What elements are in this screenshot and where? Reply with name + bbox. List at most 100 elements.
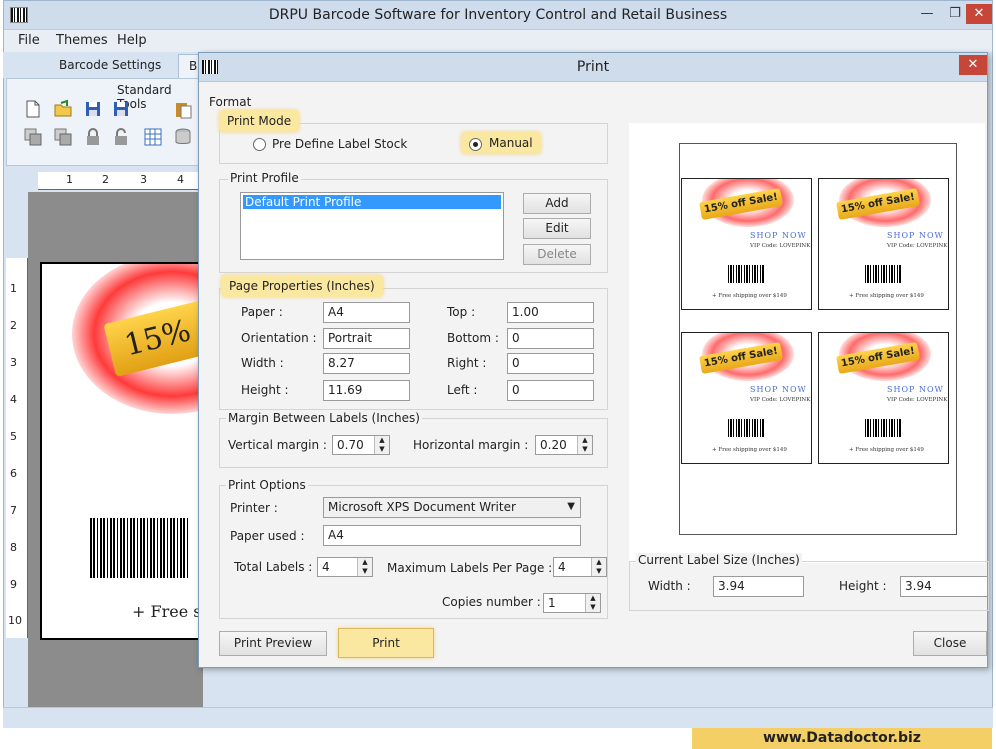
- width-label: Width :: [241, 356, 284, 370]
- paste-icon[interactable]: [173, 99, 193, 119]
- top-field[interactable]: 1.00: [507, 302, 594, 323]
- profile-list-item[interactable]: Default Print Profile: [243, 195, 501, 209]
- current-width-field[interactable]: 3.94: [713, 576, 804, 597]
- duplicate-icon[interactable]: [53, 127, 73, 147]
- label-barcode: [90, 518, 190, 578]
- preview-label: 15% off Sale! SHOP NOW VIP Code: LOVEPIN…: [818, 178, 949, 310]
- preview-label: 15% off Sale! SHOP NOW VIP Code: LOVEPIN…: [818, 332, 949, 464]
- tab-barcode-settings[interactable]: Barcode Settings: [49, 54, 171, 78]
- shop-now-text: SHOP NOW: [887, 385, 944, 394]
- bottom-label: Bottom :: [447, 331, 499, 345]
- printer-label: Printer :: [230, 501, 278, 515]
- horizontal-ruler: 1 2 3 4: [38, 172, 203, 190]
- print-button[interactable]: Print: [338, 628, 434, 658]
- ruler-tick: 9: [10, 578, 17, 591]
- manual-radio[interactable]: [469, 138, 482, 151]
- spinner-arrows-icon[interactable]: ▲ ▼: [357, 558, 372, 576]
- spinner-arrows-icon[interactable]: ▲ ▼: [585, 594, 600, 612]
- spinner-arrows-icon[interactable]: ▲ ▼: [577, 436, 592, 454]
- max-labels-spinner[interactable]: 4 ▲ ▼: [553, 557, 607, 577]
- shipping-text: + Free shipping over $149: [849, 447, 924, 453]
- barcode-image: [728, 419, 764, 437]
- current-height-field[interactable]: 3.94: [900, 576, 988, 597]
- maximize-button[interactable]: ❐: [942, 4, 968, 24]
- ruler-tick: 2: [10, 319, 17, 332]
- horizontal-margin-value: 0.20: [540, 438, 567, 452]
- copies-value: 1: [548, 596, 556, 610]
- vertical-margin-spinner[interactable]: 0.70 ▲ ▼: [332, 435, 390, 455]
- ruler-tick: 6: [10, 467, 17, 480]
- bottom-field[interactable]: 0: [507, 328, 594, 349]
- current-height-label: Height :: [839, 579, 887, 593]
- menu-themes[interactable]: Themes: [56, 33, 108, 48]
- spinner-arrows-icon[interactable]: ▲ ▼: [591, 558, 606, 576]
- copy-icon[interactable]: [23, 127, 43, 147]
- format-label: Format: [209, 95, 252, 109]
- right-field[interactable]: 0: [507, 353, 594, 374]
- shipping-text: + Free shipping over $149: [849, 293, 924, 299]
- vertical-margin-value: 0.70: [337, 438, 364, 452]
- new-file-icon[interactable]: [23, 99, 43, 119]
- menu-help[interactable]: Help: [117, 33, 147, 48]
- top-label: Top :: [447, 305, 476, 319]
- width-field[interactable]: 8.27: [323, 353, 410, 374]
- save-icon[interactable]: [83, 99, 103, 119]
- horizontal-margin-label: Horizontal margin :: [413, 438, 529, 452]
- edit-profile-button[interactable]: Edit: [523, 218, 591, 239]
- menubar: File Themes Help: [4, 30, 992, 52]
- left-field[interactable]: 0: [507, 380, 594, 401]
- close-button[interactable]: Close: [913, 631, 987, 656]
- height-field[interactable]: 11.69: [323, 380, 410, 401]
- horizontal-margin-spinner[interactable]: 0.20 ▲ ▼: [535, 435, 593, 455]
- print-dialog: Print ✕ Format Print Mode Pre Define Lab…: [198, 52, 989, 668]
- print-preview-button[interactable]: Print Preview: [219, 631, 327, 656]
- vertical-margin-label: Vertical margin :: [228, 438, 327, 452]
- shipping-text: + Free shipping over $149: [712, 447, 787, 453]
- barcode-image: [865, 265, 901, 283]
- orientation-field[interactable]: Portrait: [323, 328, 410, 349]
- spinner-arrows-icon[interactable]: ▲ ▼: [374, 436, 389, 454]
- paper-label: Paper :: [241, 305, 283, 319]
- ruler-tick: 4: [177, 173, 184, 186]
- save-as-icon[interactable]: [111, 99, 131, 119]
- unlock-icon[interactable]: [111, 127, 131, 147]
- status-bar: [3, 707, 993, 728]
- ruler-tick: 7: [10, 504, 17, 517]
- preview-label: 15% off Sale! SHOP NOW VIP Code: LOVEPIN…: [681, 332, 812, 464]
- copies-spinner[interactable]: 1 ▲ ▼: [543, 593, 601, 613]
- ruler-tick: 3: [10, 356, 17, 369]
- height-label: Height :: [241, 383, 289, 397]
- printer-select[interactable]: Microsoft XPS Document Writer ▼: [323, 497, 581, 518]
- ruler-tick: 2: [102, 173, 109, 186]
- total-labels-spinner[interactable]: 4 ▲ ▼: [317, 557, 373, 577]
- open-file-icon[interactable]: [53, 99, 73, 119]
- delete-profile-button[interactable]: Delete: [523, 244, 591, 265]
- orientation-label: Orientation :: [241, 331, 317, 345]
- left-label: Left :: [447, 383, 478, 397]
- print-profile-heading: Print Profile: [228, 171, 301, 185]
- vip-code-text: VIP Code: LOVEPINK: [887, 397, 948, 403]
- lock-icon[interactable]: [83, 127, 103, 147]
- current-width-label: Width :: [648, 579, 691, 593]
- database-icon[interactable]: [173, 127, 193, 147]
- shipping-text: + Free shipping over $149: [712, 293, 787, 299]
- print-profile-list[interactable]: Default Print Profile: [240, 192, 504, 260]
- minimize-button[interactable]: —: [914, 4, 940, 24]
- print-mode-heading: Print Mode: [219, 110, 300, 132]
- ruler-tick: 1: [10, 282, 17, 295]
- barcode-image: [728, 265, 764, 283]
- menu-file[interactable]: File: [18, 33, 40, 48]
- chevron-down-icon[interactable]: ▼: [567, 501, 575, 512]
- predefine-radio[interactable]: [253, 138, 266, 151]
- total-labels-value: 4: [322, 560, 330, 574]
- paper-field[interactable]: A4: [323, 302, 410, 323]
- design-label[interactable]: 15% + Free sh: [40, 262, 203, 640]
- predefine-radio-label[interactable]: Pre Define Label Stock: [272, 137, 407, 151]
- close-window-button[interactable]: ✕: [966, 4, 992, 24]
- add-profile-button[interactable]: Add: [523, 193, 591, 214]
- grid-icon[interactable]: [143, 127, 163, 147]
- paper-used-label: Paper used :: [230, 529, 305, 543]
- ruler-tick: 5: [10, 430, 17, 443]
- dialog-close-button[interactable]: ✕: [959, 55, 987, 75]
- paper-used-field[interactable]: A4: [323, 525, 581, 546]
